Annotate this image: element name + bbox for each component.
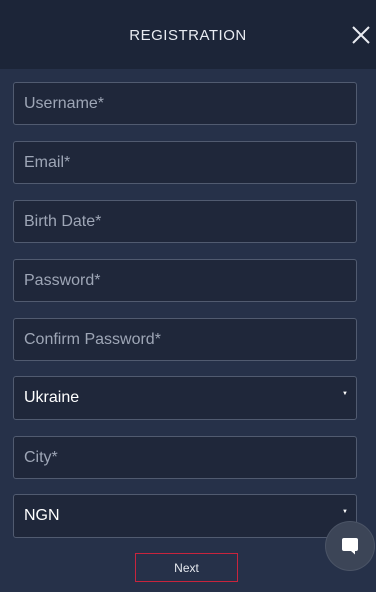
country-value: Ukraine [24, 389, 80, 406]
currency-select[interactable]: NGN ▼ [13, 494, 357, 538]
header-bar: REGISTRATION [0, 0, 376, 69]
chevron-down-icon: ▼ [342, 391, 348, 397]
city-input[interactable] [13, 436, 357, 479]
country-select[interactable]: Ukraine ▼ [13, 376, 357, 420]
password-input[interactable] [13, 259, 357, 302]
chat-button[interactable] [326, 522, 374, 570]
page-title: REGISTRATION [129, 26, 247, 44]
birth-date-input[interactable] [13, 200, 357, 243]
chevron-down-icon: ▼ [342, 509, 348, 515]
confirm-password-input[interactable] [13, 318, 357, 361]
close-button[interactable] [351, 25, 371, 45]
currency-value: NGN [24, 507, 60, 524]
email-input[interactable] [13, 141, 357, 184]
username-input[interactable] [13, 82, 357, 125]
next-button[interactable]: Next [135, 553, 238, 582]
close-icon [352, 26, 370, 44]
chat-icon [342, 538, 358, 555]
